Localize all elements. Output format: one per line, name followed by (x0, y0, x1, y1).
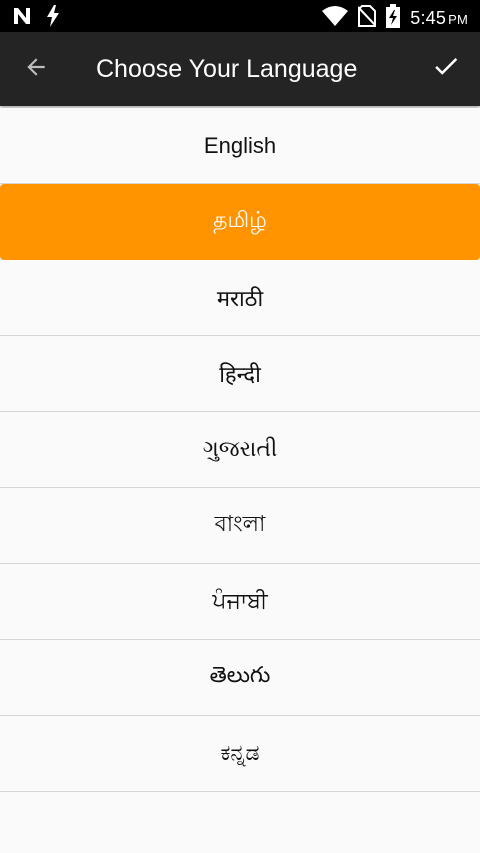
language-label: ગુજરાતી (202, 437, 278, 462)
arrow-left-icon (23, 54, 49, 84)
status-bar: 5:45 PM (0, 0, 480, 32)
language-label: English (203, 132, 277, 158)
language-item-hindi[interactable]: हिन्दी (0, 336, 480, 412)
back-button[interactable] (18, 51, 54, 87)
language-label: मराठी (216, 286, 264, 312)
language-item-english[interactable]: English (0, 108, 480, 184)
no-sim-icon (357, 5, 377, 31)
language-label: ಕನ್ನಡ (220, 741, 260, 766)
confirm-button[interactable] (428, 50, 464, 86)
language-item-bengali[interactable]: বাংলা (0, 488, 480, 564)
language-list: English தமிழ் मराठी हिन्दी ગુજરાતી বাংলা… (0, 108, 480, 792)
language-label: தமிழ் (213, 207, 267, 233)
language-label: हिन्दी (219, 362, 261, 388)
flash-icon (46, 5, 60, 31)
status-time: 5:45 PM (410, 7, 468, 28)
language-item-kannada[interactable]: ಕನ್ನಡ (0, 716, 480, 792)
language-label: বাংলা (214, 512, 266, 537)
wifi-icon (322, 6, 349, 30)
language-item-telugu[interactable]: తెలుగు (0, 640, 480, 716)
language-label: తెలుగు (209, 662, 271, 688)
language-item-gujarati[interactable]: ગુજરાતી (0, 412, 480, 488)
check-icon (431, 51, 461, 85)
app-bar: Choose Your Language (0, 32, 480, 106)
battery-charging-icon (386, 4, 401, 32)
language-item-punjabi[interactable]: ਪੰਜਾਬੀ (0, 564, 480, 640)
n-notification-icon (12, 6, 32, 30)
language-item-marathi[interactable]: मराठी (0, 260, 480, 336)
language-label: ਪੰਜਾਬੀ (212, 589, 268, 614)
page-title: Choose Your Language (96, 55, 358, 83)
language-item-tamil[interactable]: தமிழ் (0, 184, 480, 260)
